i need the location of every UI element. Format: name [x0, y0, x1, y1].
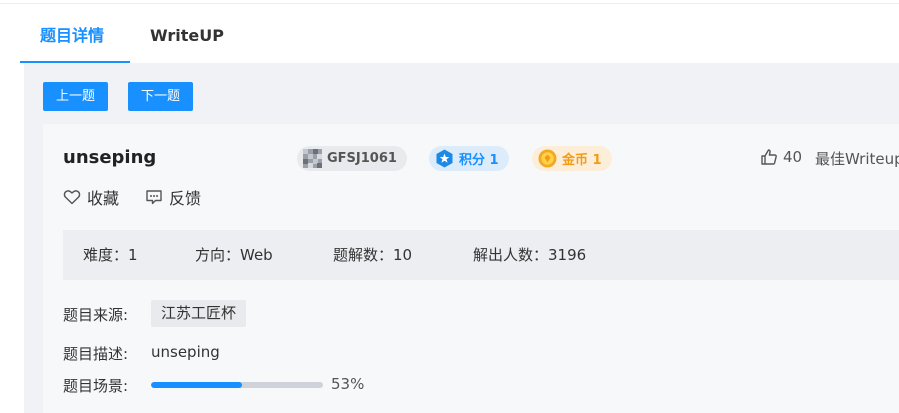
thumbs-up-icon [761, 149, 777, 165]
chat-bubble-icon [146, 190, 162, 205]
description-label: 题目描述: [63, 345, 129, 363]
coin-text: 金币 1 [562, 153, 602, 168]
likes-button[interactable]: 40 [760, 148, 802, 166]
prev-challenge-button[interactable]: 上一题 [43, 82, 108, 111]
scene-progress-bar [151, 382, 323, 388]
source-tag: 江苏工匠杯 [151, 300, 247, 327]
blue-star-gem-icon [435, 149, 454, 168]
direction-stat: 方向：Web [195, 246, 273, 264]
score-badge: 积分 1 [429, 146, 509, 171]
description-value: unseping [151, 343, 220, 361]
solvers-stat: 解出人数：3196 [473, 246, 587, 264]
favorite-label: 收藏 [87, 189, 120, 208]
next-challenge-button[interactable]: 下一题 [128, 82, 193, 111]
heart-outline-icon [63, 190, 81, 205]
tab-challenge-details[interactable]: 题目详情 [40, 10, 104, 63]
coin-badge: 金币 1 [532, 146, 612, 171]
solves-stat: 题解数：10 [333, 246, 413, 264]
challenge-id-text: GFSJ1061 [327, 151, 397, 166]
challenge-title: unseping [63, 147, 157, 168]
scene-progress-fill [151, 382, 243, 388]
difficulty-stat: 难度：1 [83, 246, 138, 264]
tab-bar: 题目详情 WriteUP [20, 10, 899, 63]
challenge-card: unseping GFSJ1061 积分 1 金币 1 40 最佳Writeup… [43, 124, 899, 413]
mosaic-avatar-icon [303, 149, 322, 168]
scene-label: 题目场景: [63, 377, 129, 395]
favorite-button[interactable]: 收藏 [63, 185, 119, 209]
source-label: 题目来源: [63, 306, 129, 324]
main-content: 上一题 下一题 unseping GFSJ1061 积分 1 金币 1 40 最… [24, 63, 899, 413]
challenge-id-badge: GFSJ1061 [297, 146, 407, 171]
feedback-button[interactable]: 反馈 [145, 185, 201, 209]
tab-writeup[interactable]: WriteUP [150, 10, 224, 63]
scene-progress-text: 53% [331, 375, 365, 393]
likes-count: 40 [783, 148, 803, 166]
feedback-label: 反馈 [169, 189, 202, 208]
score-text: 积分 1 [459, 153, 499, 168]
best-writeup-link[interactable]: 最佳Writeup [815, 148, 899, 169]
stats-bar: 难度：1 方向：Web 题解数：10 解出人数：3196 [63, 230, 899, 280]
top-border-strip [0, 0, 899, 4]
gold-coin-icon [538, 149, 557, 168]
